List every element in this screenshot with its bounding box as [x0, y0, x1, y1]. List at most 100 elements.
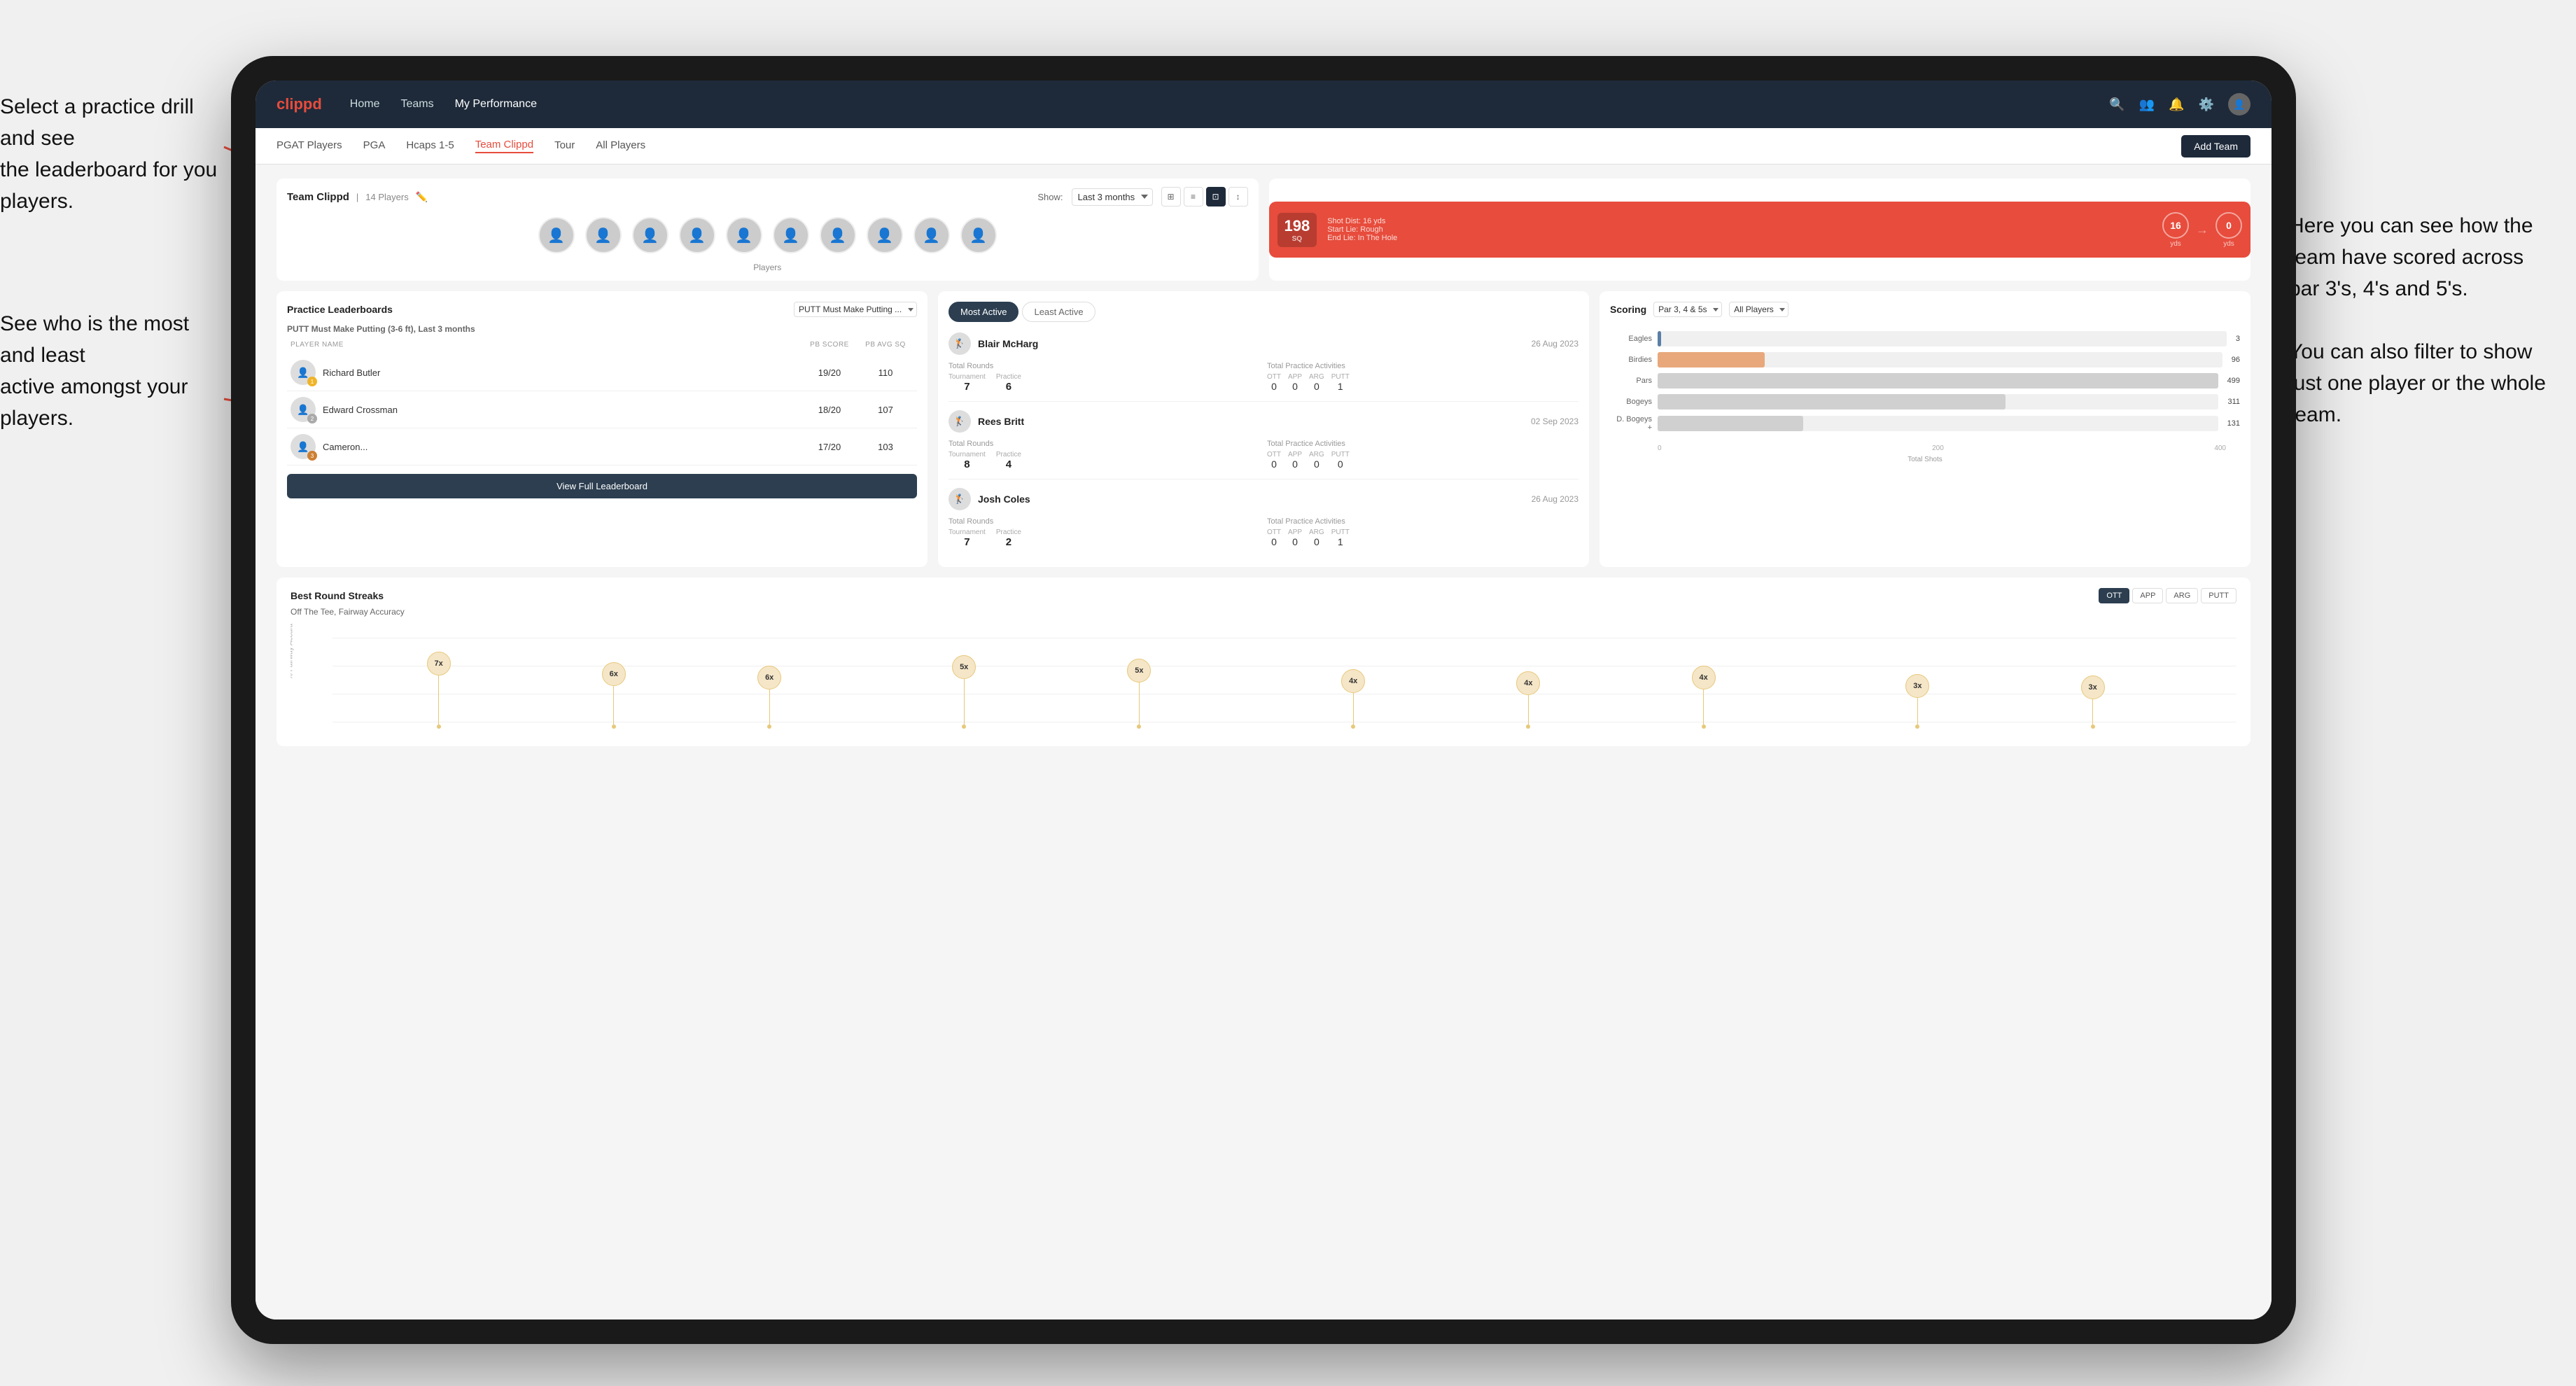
rees-arg: ARG 0	[1309, 451, 1324, 470]
leaderboard-row-1: 👤 1 Richard Butler 19/20 110	[287, 354, 917, 391]
streak-bubble-5: 5x	[1127, 659, 1151, 682]
bar-track-eagles	[1658, 331, 2227, 346]
rees-app-label: APP	[1288, 451, 1302, 458]
bar-fill-bogeys	[1658, 394, 2005, 410]
bar-track-bogeys	[1658, 394, 2218, 410]
tab-most-active[interactable]: Most Active	[948, 302, 1018, 322]
lb-avatar-3: 👤 3	[290, 434, 316, 459]
show-select[interactable]: Last 3 months Last month Last 6 months L…	[1072, 188, 1153, 206]
lb-player-2: 👤 2 Edward Crossman	[290, 397, 802, 422]
activity-josh-header: 🏌️ Josh Coles 26 Aug 2023	[948, 488, 1578, 510]
josh-ott-val: 0	[1267, 536, 1281, 547]
lb-avg-2: 107	[858, 405, 913, 415]
player-avatar-4[interactable]: 👤	[679, 217, 715, 253]
tab-least-active[interactable]: Least Active	[1022, 302, 1095, 322]
subnav-team-clippd[interactable]: Team Clippd	[475, 139, 533, 153]
activity-tabs: Most Active Least Active	[948, 302, 1578, 322]
view-list-icon[interactable]: ≡	[1184, 187, 1203, 206]
streaks-filter-btns: OTT APP ARG PUTT	[2099, 588, 2236, 603]
subnav-all-players[interactable]: All Players	[596, 139, 645, 153]
player-avatar-8[interactable]: 👤	[867, 217, 903, 253]
lb-avg-1: 110	[858, 368, 913, 378]
josh-practice-val: 2	[996, 536, 1021, 548]
x-tick-200: 200	[1932, 444, 1944, 452]
josh-app-label: APP	[1288, 528, 1302, 536]
activity-blair-date: 26 Aug 2023	[1532, 339, 1578, 349]
nav-link-home[interactable]: Home	[350, 98, 380, 111]
subnav-hcaps[interactable]: Hcaps 1-5	[406, 139, 454, 153]
player-avatar-6[interactable]: 👤	[773, 217, 809, 253]
nav-icons: 🔍 👥 🔔 ⚙️ 👤	[2109, 93, 2250, 115]
rees-app: APP 0	[1288, 451, 1302, 470]
search-icon[interactable]: 🔍	[2109, 97, 2124, 112]
streaks-btn-arg[interactable]: ARG	[2166, 588, 2198, 603]
streaks-btn-app[interactable]: APP	[2132, 588, 2163, 603]
edit-icon[interactable]: ✏️	[416, 191, 428, 203]
streak-dot-6	[1351, 724, 1355, 729]
player-avatar-3[interactable]: 👤	[632, 217, 668, 253]
annotation-bottom-left: See who is the most and least active amo…	[0, 308, 224, 434]
player-avatar-2[interactable]: 👤	[585, 217, 622, 253]
nav-link-teams[interactable]: Teams	[400, 98, 433, 111]
player-avatar-1[interactable]: 👤	[538, 217, 575, 253]
leaderboard-period: Last 3 months	[418, 324, 475, 334]
col-player-name: PLAYER NAME	[290, 341, 802, 349]
streak-stick-9	[1917, 698, 1918, 724]
streak-stick-8	[1703, 690, 1704, 724]
practice-leaderboards-card: Practice Leaderboards PUTT Must Make Put…	[276, 291, 927, 567]
players-label: Players	[287, 262, 1248, 272]
bar-label-eagles: Eagles	[1610, 335, 1652, 343]
lb-score-2: 18/20	[802, 405, 858, 415]
blair-practice-col: Practice 6	[996, 373, 1021, 393]
streak-pin-6: 4x	[1341, 669, 1365, 729]
blair-total-practice-label: Total Practice Activities	[1267, 362, 1578, 370]
scoring-filter-players[interactable]: All Players	[1729, 302, 1788, 317]
activity-blair-rounds: Total Rounds Tournament 7 Practice 6	[948, 362, 1260, 393]
activity-blair: 🏌️ Blair McHarg 26 Aug 2023 Total Rounds…	[948, 332, 1578, 402]
lb-avatar-1: 👤 1	[290, 360, 316, 385]
josh-app-val: 0	[1288, 536, 1302, 547]
josh-rounds-values: Tournament 7 Practice 2	[948, 528, 1260, 548]
activity-rees-header: 🏌️ Rees Britt 02 Sep 2023	[948, 410, 1578, 433]
streak-pin-2: 6x	[602, 662, 626, 729]
view-sort-icon[interactable]: ↕	[1228, 187, 1248, 206]
highlight-score: 198 SQ	[1278, 213, 1317, 247]
blair-tourn-label: Tournament	[948, 373, 986, 381]
activity-josh-date: 26 Aug 2023	[1532, 494, 1578, 504]
blair-app-label: APP	[1288, 373, 1302, 381]
nav-link-my-performance[interactable]: My Performance	[455, 98, 537, 111]
blair-putt-label: PUTT	[1331, 373, 1350, 381]
scoring-filter-par[interactable]: Par 3, 4 & 5s	[1653, 302, 1722, 317]
add-team-button[interactable]: Add Team	[2181, 135, 2250, 158]
subnav-pga[interactable]: PGA	[363, 139, 386, 153]
activity-rees: 🏌️ Rees Britt 02 Sep 2023 Total Rounds T…	[948, 410, 1578, 479]
leaderboard-filter[interactable]: PUTT Must Make Putting ...	[794, 302, 917, 317]
lb-score-1: 19/20	[802, 368, 858, 378]
subnav-pgat[interactable]: PGAT Players	[276, 139, 342, 153]
streaks-btn-putt[interactable]: PUTT	[2201, 588, 2236, 603]
view-grid-icon[interactable]: ⊞	[1161, 187, 1181, 206]
bar-row-birdies: Birdies 96	[1610, 352, 2240, 368]
streak-stick-4	[964, 679, 965, 724]
lb-badge-gold: 1	[307, 377, 317, 386]
streaks-title: Best Round Streaks	[290, 590, 384, 601]
player-avatar-9[interactable]: 👤	[913, 217, 950, 253]
player-avatar-10[interactable]: 👤	[960, 217, 997, 253]
player-avatar-5[interactable]: 👤	[726, 217, 762, 253]
streak-stick-1	[438, 676, 439, 724]
settings-icon[interactable]: ⚙️	[2199, 97, 2214, 112]
subnav-tour[interactable]: Tour	[554, 139, 575, 153]
activity-blair-name: Blair McHarg	[978, 338, 1525, 349]
streaks-btn-ott[interactable]: OTT	[2099, 588, 2129, 603]
view-card-icon[interactable]: ⊡	[1206, 187, 1226, 206]
blair-app-val: 0	[1288, 381, 1302, 392]
player-avatar-7[interactable]: 👤	[820, 217, 856, 253]
people-icon[interactable]: 👥	[2139, 97, 2155, 112]
blair-tourn-val: 7	[948, 381, 986, 393]
streak-dot-5	[1137, 724, 1141, 729]
view-full-leaderboard-button[interactable]: View Full Leaderboard	[287, 474, 917, 498]
main-content: Team Clippd | 14 Players ✏️ Show: Last 3…	[255, 164, 2272, 1320]
bell-icon[interactable]: 🔔	[2169, 97, 2184, 112]
streak-dot-3	[767, 724, 771, 729]
user-avatar[interactable]: 👤	[2228, 93, 2250, 115]
